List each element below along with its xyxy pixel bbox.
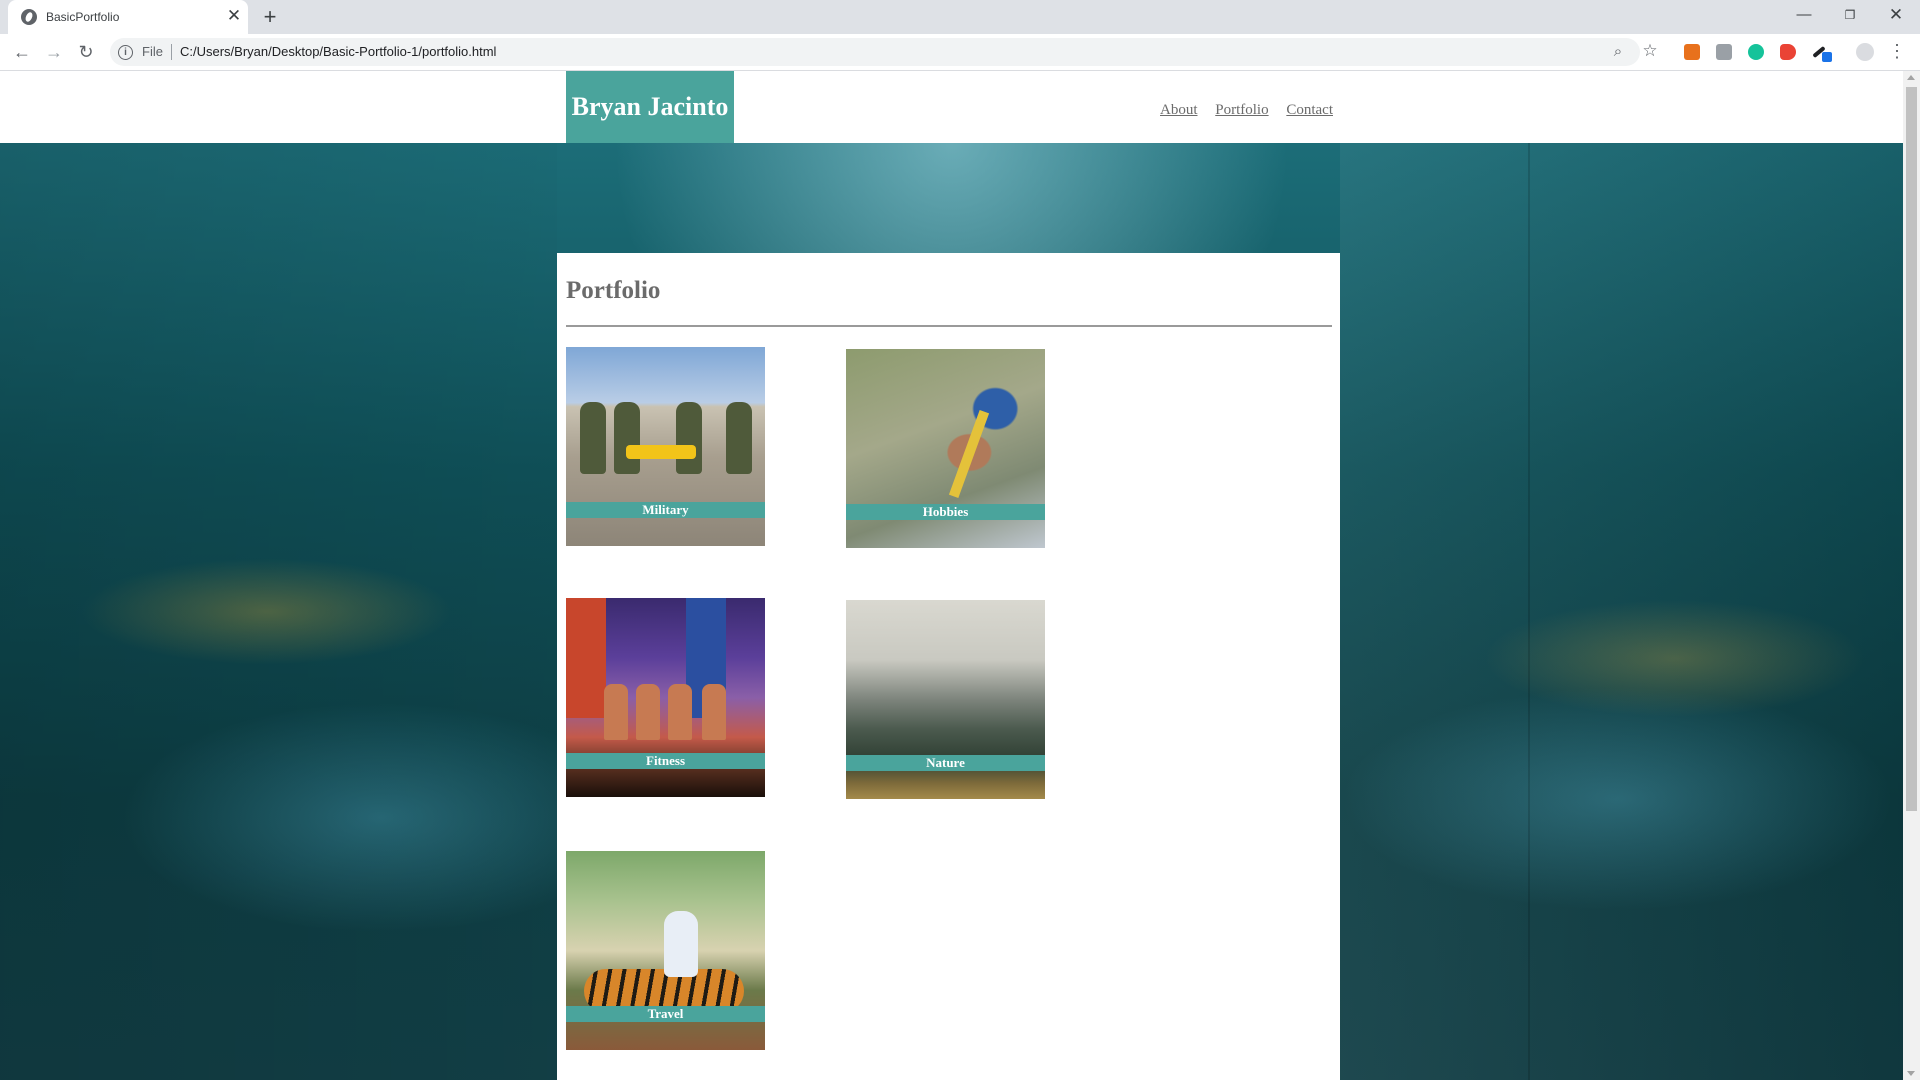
portfolio-caption: Travel xyxy=(566,1006,765,1022)
soldier-figure xyxy=(726,402,752,474)
grammarly-extension-icon[interactable] xyxy=(1748,44,1764,60)
minimize-icon[interactable]: — xyxy=(1784,2,1824,28)
athlete-figure xyxy=(702,684,726,740)
profile-icon[interactable] xyxy=(1856,43,1874,61)
star-icon[interactable]: ☆ xyxy=(1640,41,1660,61)
pdf-extension-icon[interactable] xyxy=(1716,44,1732,60)
athlete-figure xyxy=(636,684,660,740)
harness-strap xyxy=(948,410,990,498)
office-extension-icon[interactable] xyxy=(1684,44,1700,60)
stretcher xyxy=(626,445,696,459)
athlete-figure xyxy=(604,684,628,740)
title-divider xyxy=(566,325,1332,327)
soldier-figure xyxy=(676,402,702,474)
portfolio-caption: Hobbies xyxy=(846,504,1045,520)
portfolio-caption: Nature xyxy=(846,755,1045,771)
brand-logo[interactable]: Bryan Jacinto xyxy=(566,71,734,143)
site-header: Bryan Jacinto About Portfolio Contact xyxy=(0,71,1903,143)
globe-icon xyxy=(21,9,37,25)
browser-toolbar: ← → ↻ i File C:/Users/Bryan/Desktop/Basi… xyxy=(0,34,1920,71)
reload-icon[interactable]: ↻ xyxy=(72,38,100,66)
url-scheme: File xyxy=(142,44,163,59)
page-viewport: Bryan Jacinto About Portfolio Contact Po… xyxy=(0,71,1903,1080)
window-close-icon[interactable]: ✕ xyxy=(1876,2,1916,28)
portfolio-item-travel[interactable]: Travel xyxy=(566,851,765,1050)
child-figure xyxy=(664,911,698,977)
vertical-scrollbar[interactable] xyxy=(1903,71,1920,1080)
tab-strip: BasicPortfolio ✕ + — ❐ ✕ xyxy=(0,0,1920,34)
nav-link-about[interactable]: About xyxy=(1160,102,1198,118)
site-nav: About Portfolio Contact xyxy=(1160,102,1347,119)
stage-banner xyxy=(566,598,606,718)
nav-link-portfolio[interactable]: Portfolio xyxy=(1215,102,1268,118)
info-icon[interactable]: i xyxy=(118,45,133,60)
portfolio-caption: Fitness xyxy=(566,753,765,769)
portfolio-card: Portfolio Military Hobbies Fitness Natur… xyxy=(557,253,1340,1080)
soldier-figure xyxy=(614,402,640,474)
close-icon[interactable]: ✕ xyxy=(224,6,244,26)
scrollbar-thumb[interactable] xyxy=(1906,87,1917,811)
forward-arrow-icon[interactable]: → xyxy=(40,38,68,66)
soldier-figure xyxy=(580,402,606,474)
athlete-figure xyxy=(668,684,692,740)
browser-tab[interactable]: BasicPortfolio ✕ xyxy=(8,0,248,34)
plus-icon[interactable]: + xyxy=(258,5,282,29)
portfolio-caption: Military xyxy=(566,502,765,518)
portfolio-item-hobbies[interactable]: Hobbies xyxy=(846,349,1045,548)
portfolio-item-nature[interactable]: Nature xyxy=(846,600,1045,799)
portfolio-item-military[interactable]: Military xyxy=(566,347,765,546)
tab-title: BasicPortfolio xyxy=(46,10,120,24)
scroll-down-arrow-icon[interactable] xyxy=(1907,1071,1915,1076)
portfolio-item-fitness[interactable]: Fitness xyxy=(566,598,765,797)
scroll-up-arrow-icon[interactable] xyxy=(1907,75,1915,80)
extension-badge xyxy=(1822,52,1832,62)
zoom-icon[interactable]: ⌕ xyxy=(1608,42,1628,62)
back-arrow-icon[interactable]: ← xyxy=(8,38,36,66)
restore-icon[interactable]: ❐ xyxy=(1830,2,1870,28)
background-right-panel xyxy=(1340,143,1903,1080)
background-image: Portfolio Military Hobbies Fitness Natur… xyxy=(0,143,1903,1080)
divider xyxy=(171,44,172,60)
background-left-panel xyxy=(0,143,557,1080)
kebab-menu-icon[interactable]: ⋮ xyxy=(1888,40,1906,64)
tag-extension-icon[interactable] xyxy=(1780,44,1796,60)
background-seam xyxy=(1528,143,1530,1080)
address-bar[interactable]: i File C:/Users/Bryan/Desktop/Basic-Port… xyxy=(110,38,1658,66)
nav-link-contact[interactable]: Contact xyxy=(1286,102,1333,118)
url-text[interactable]: C:/Users/Bryan/Desktop/Basic-Portfolio-1… xyxy=(180,44,496,59)
page-title: Portfolio xyxy=(566,277,661,304)
